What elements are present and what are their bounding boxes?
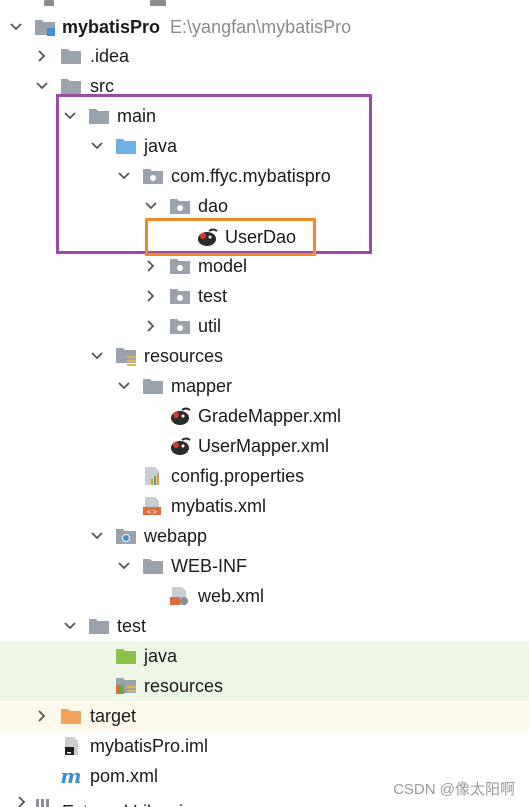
tree-row-iml[interactable]: mybatisPro.iml	[0, 731, 529, 761]
tree-row-test-java[interactable]: java	[0, 641, 529, 671]
module-folder-icon	[34, 17, 56, 37]
tree-row-resources[interactable]: resources	[0, 341, 529, 371]
maven-icon: m	[60, 764, 82, 788]
excluded-folder-icon	[60, 706, 82, 726]
mybatis-bird-icon	[169, 406, 191, 426]
chevron-down-icon[interactable]	[62, 611, 78, 641]
tree-row-grademapper[interactable]: GradeMapper.xml	[0, 401, 529, 431]
tree-row-target[interactable]: target	[0, 701, 529, 731]
mybatis-bird-icon	[169, 436, 191, 456]
tree-row-test-pkg[interactable]: test	[0, 281, 529, 311]
chevron-down-icon[interactable]	[34, 71, 50, 101]
chevron-right-icon[interactable]	[34, 41, 50, 71]
chevron-down-icon[interactable]	[89, 341, 105, 371]
folder-icon	[142, 556, 164, 576]
resources-folder-icon	[115, 346, 137, 366]
chevron-down-icon[interactable]	[8, 12, 24, 42]
chevron-down-icon[interactable]	[116, 551, 132, 581]
tree-label: test	[198, 286, 228, 306]
root-path: E:\yangfan\mybatisPro	[170, 17, 352, 37]
package-icon	[169, 286, 191, 306]
tree-row-webxml[interactable]: web.xml	[0, 581, 529, 611]
tree-label: resources	[144, 676, 224, 696]
cut-off-top-item	[44, 0, 54, 6]
tree-label: GradeMapper.xml	[198, 406, 342, 426]
folder-icon	[88, 616, 110, 636]
tree-row-mybatisxml[interactable]: <> mybatis.xml	[0, 491, 529, 521]
tree-label: config.properties	[171, 466, 305, 486]
package-icon	[169, 316, 191, 336]
test-resources-folder-icon	[115, 676, 137, 696]
tree-label: External Libraries	[62, 797, 202, 807]
tree-row-idea[interactable]: .idea	[0, 41, 529, 71]
chevron-right-icon[interactable]	[143, 281, 159, 311]
tree-row-usermapper[interactable]: UserMapper.xml	[0, 431, 529, 461]
tree-label: mybatisPro.iml	[90, 736, 209, 756]
tree-label: java	[144, 646, 178, 666]
package-icon	[169, 256, 191, 276]
tree-label: target	[90, 706, 137, 726]
folder-icon	[60, 46, 82, 66]
web-xml-icon	[169, 586, 191, 606]
tree-row-mapper[interactable]: mapper	[0, 371, 529, 401]
highlight-box-userdao	[145, 218, 316, 256]
chevron-down-icon[interactable]	[89, 521, 105, 551]
test-source-folder-icon	[115, 646, 137, 666]
svg-text:<>: <>	[146, 508, 158, 516]
chevron-right-icon[interactable]	[34, 701, 50, 731]
tree-label: resources	[144, 346, 224, 366]
tree-label: UserMapper.xml	[198, 436, 330, 456]
root-name: mybatisPro	[62, 17, 161, 37]
project-tree: mybatisPro E:\yangfan\mybatisPro .idea sr…	[0, 0, 529, 807]
tree-label: pom.xml	[90, 766, 159, 786]
web-folder-icon	[115, 526, 137, 546]
tree-label: web.xml	[198, 586, 265, 606]
watermark: CSDN @像太阳啊	[393, 781, 515, 798]
libraries-icon	[34, 796, 56, 807]
tree-row-webinf[interactable]: WEB-INF	[0, 551, 529, 581]
tree-label: util	[198, 316, 222, 336]
tree-label: mybatis.xml	[171, 496, 267, 516]
chevron-down-icon[interactable]	[116, 371, 132, 401]
tree-row-root[interactable]: mybatisPro E:\yangfan\mybatisPro	[0, 12, 529, 42]
tree-row-test[interactable]: test	[0, 611, 529, 641]
folder-icon	[60, 76, 82, 96]
chevron-right-icon[interactable]	[143, 311, 159, 341]
xml-file-icon: <>	[142, 496, 164, 516]
tree-label: test	[117, 616, 147, 636]
tree-label: WEB-INF	[171, 556, 247, 576]
tree-label: mapper	[171, 376, 233, 396]
tree-row-config[interactable]: config.properties	[0, 461, 529, 491]
iml-file-icon	[60, 736, 82, 756]
folder-icon	[142, 376, 164, 396]
chevron-right-icon[interactable]	[14, 795, 30, 807]
tree-label: webapp	[144, 526, 208, 546]
tree-row-webapp[interactable]: webapp	[0, 521, 529, 551]
tree-label: .idea	[90, 46, 130, 66]
properties-file-icon	[142, 466, 164, 486]
tree-row-test-resources[interactable]: resources	[0, 671, 529, 701]
cut-off-top-item	[150, 0, 166, 6]
tree-row-util[interactable]: util	[0, 311, 529, 341]
